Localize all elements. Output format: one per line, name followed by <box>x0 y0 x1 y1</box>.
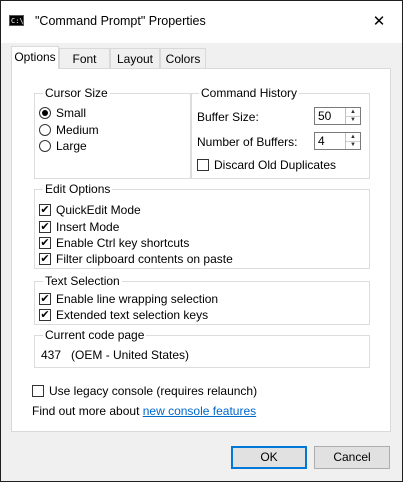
extended-keys-label: Extended text selection keys <box>56 308 209 322</box>
cursor-size-group: Cursor Size Small Medium Large <box>34 86 192 179</box>
line-wrapping-label: Enable line wrapping selection <box>56 292 219 306</box>
find-out-more-prefix: Find out more about <box>32 404 143 418</box>
stepper-buttons: ▲ ▼ <box>345 108 360 124</box>
text-selection-group: Text Selection ✔ Enable line wrapping se… <box>34 274 370 325</box>
checkmark-icon[interactable]: ✔ <box>39 221 51 233</box>
num-buffers-stepper[interactable]: 4 ▲ ▼ <box>314 132 361 150</box>
close-icon: ✕ <box>372 13 386 30</box>
num-buffers-label: Number of Buffers: <box>197 135 298 149</box>
cancel-button[interactable]: Cancel <box>314 446 390 469</box>
command-prompt-icon: C:\. <box>9 15 28 26</box>
checkmark-icon[interactable]: ✔ <box>39 204 51 216</box>
text-selection-title: Text Selection <box>43 274 122 288</box>
properties-dialog: C:\. "Command Prompt" Properties ✕ Optio… <box>0 0 403 482</box>
buffer-size-stepper[interactable]: 50 ▲ ▼ <box>314 107 361 125</box>
buffer-size-label: Buffer Size: <box>197 110 259 124</box>
checkbox[interactable] <box>197 159 209 171</box>
checkmark-icon[interactable]: ✔ <box>39 309 51 321</box>
num-buffers-value[interactable]: 4 <box>318 134 325 149</box>
ctrl-shortcuts-label: Enable Ctrl key shortcuts <box>56 236 190 250</box>
radio-button[interactable] <box>39 107 51 119</box>
edit-options-title: Edit Options <box>43 182 113 196</box>
command-history-group: Command History Buffer Size: 50 ▲ ▼ Numb… <box>190 86 370 179</box>
insert-mode-label: Insert Mode <box>56 220 120 234</box>
discard-duplicates-label: Discard Old Duplicates <box>214 158 337 172</box>
chevron-down-icon[interactable]: ▼ <box>346 141 360 149</box>
new-console-features-link[interactable]: new console features <box>143 404 256 418</box>
code-page-group: Current code page 437 (OEM - United Stat… <box>34 328 370 368</box>
window-title: "Command Prompt" Properties <box>35 14 206 28</box>
title-bar: C:\. "Command Prompt" Properties ✕ <box>1 1 402 43</box>
find-out-more-text: Find out more about new console features <box>32 403 256 419</box>
stepper-buttons: ▲ ▼ <box>345 133 360 149</box>
tab-options[interactable]: Options <box>11 46 59 69</box>
close-button[interactable]: ✕ <box>361 9 397 35</box>
tab-font[interactable]: Font <box>59 48 110 68</box>
tab-colors[interactable]: Colors <box>160 48 206 68</box>
cursor-size-title: Cursor Size <box>43 86 110 100</box>
radio-small-label: Small <box>56 106 87 120</box>
filter-clipboard-label: Filter clipboard contents on paste <box>56 252 233 266</box>
checkbox[interactable] <box>32 385 44 397</box>
code-page-title: Current code page <box>43 328 147 342</box>
checkmark-icon[interactable]: ✔ <box>39 253 51 265</box>
ok-button[interactable]: OK <box>231 446 307 469</box>
chevron-down-icon[interactable]: ▼ <box>346 116 360 124</box>
quickedit-label: QuickEdit Mode <box>56 203 141 217</box>
buffer-size-value[interactable]: 50 <box>318 109 331 124</box>
command-history-title: Command History <box>199 86 300 100</box>
radio-large-label: Large <box>56 139 87 153</box>
code-page-value: 437 (OEM - United States) <box>41 348 190 362</box>
tab-layout[interactable]: Layout <box>110 48 160 68</box>
checkmark-icon[interactable]: ✔ <box>39 237 51 249</box>
options-panel: Cursor Size Small Medium Large Command H… <box>11 68 391 432</box>
radio-button[interactable] <box>39 124 51 136</box>
radio-medium-label: Medium <box>56 123 99 137</box>
edit-options-group: Edit Options ✔ QuickEdit Mode ✔ Insert M… <box>34 182 370 269</box>
checkmark-icon[interactable]: ✔ <box>39 293 51 305</box>
legacy-console-label: Use legacy console (requires relaunch) <box>49 384 258 398</box>
radio-button[interactable] <box>39 140 51 152</box>
